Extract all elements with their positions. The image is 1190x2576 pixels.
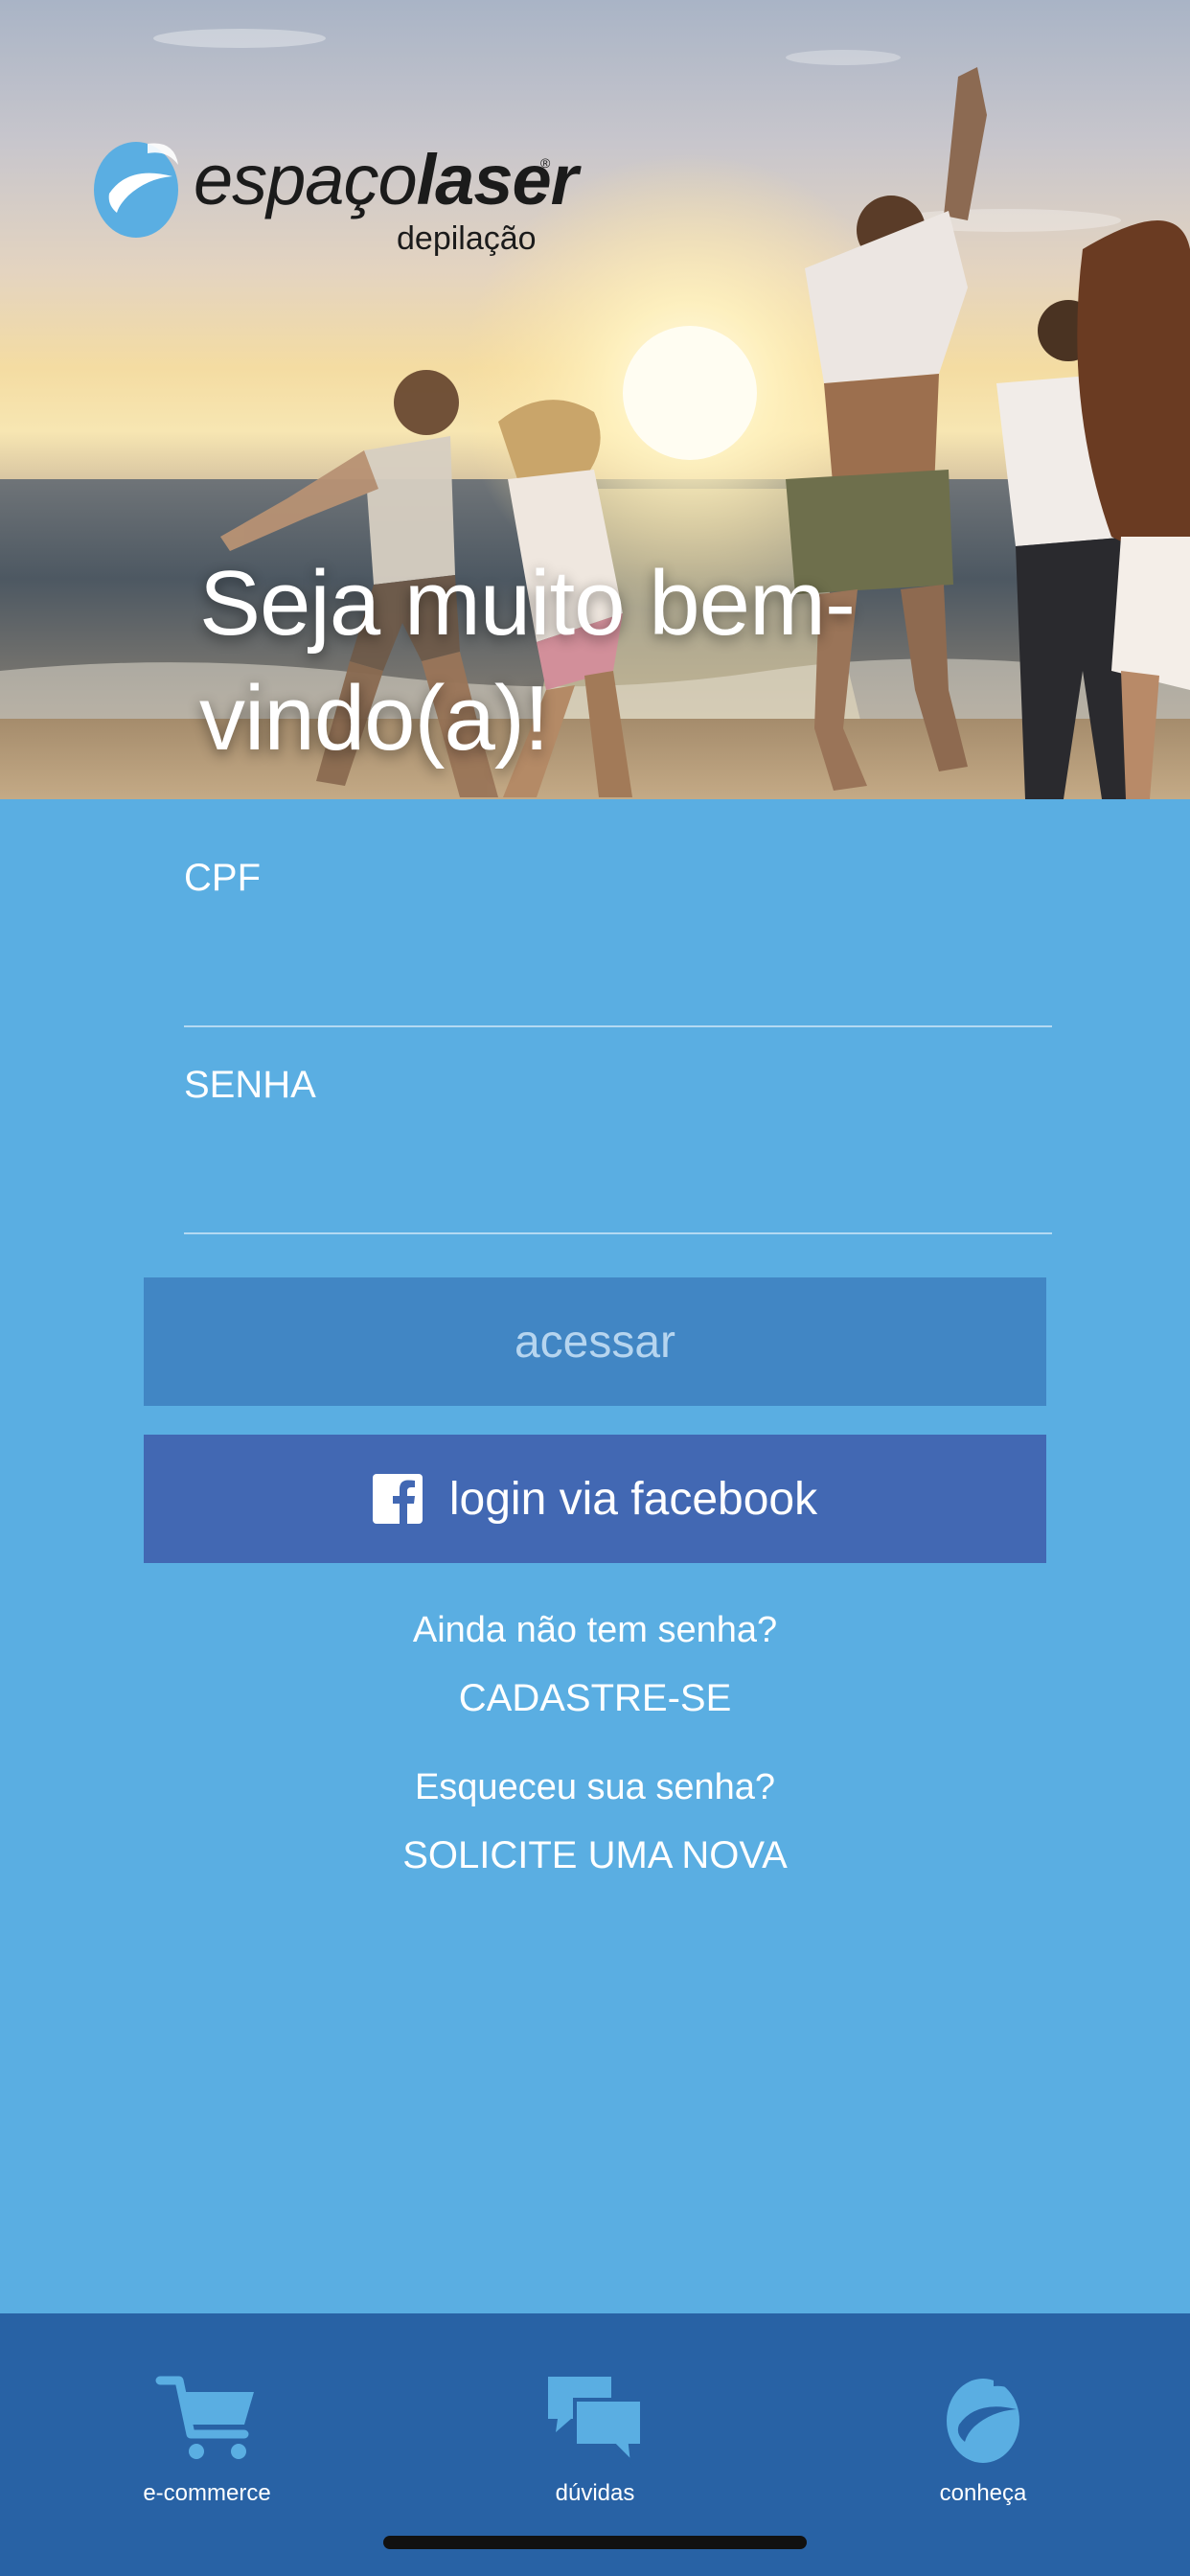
cart-icon (155, 2376, 254, 2459)
login-screen: espaçolaser ® depilação Seja muito bem-v… (0, 0, 1190, 2576)
password-label: SENHA (184, 1064, 316, 1106)
nav-label-duvidas: dúvidas (555, 2480, 635, 2506)
nav-item-conheca[interactable]: conheça (839, 2371, 1127, 2534)
brand-logo: espaçolaser ® depilação (90, 136, 588, 270)
welcome-heading: Seja muito bem-vindo(a)! (199, 552, 856, 770)
brand-logo-icon (947, 2378, 1022, 2463)
home-indicator (383, 2536, 807, 2549)
nav-label-conheca: conheça (939, 2480, 1027, 2506)
nav-item-duvidas[interactable]: dúvidas (451, 2371, 739, 2534)
register-link[interactable]: CADASTRE-SE (0, 1677, 1190, 1720)
register-prompt: Ainda não tem senha? (412, 1610, 778, 1650)
facebook-login-button[interactable]: login via facebook (144, 1435, 1046, 1563)
facebook-icon (372, 1474, 423, 1524)
access-button-label: acessar (514, 1316, 676, 1368)
access-button[interactable]: acessar (144, 1277, 1046, 1406)
hero-banner: espaçolaser ® depilação Seja muito bem-v… (0, 0, 1190, 799)
cpf-input[interactable] (184, 924, 1052, 1000)
nav-item-ecommerce[interactable]: e-commerce (63, 2371, 351, 2534)
facebook-button-label: login via facebook (448, 1473, 818, 1525)
password-underline (184, 1232, 1052, 1234)
forgot-password-prompt: Esqueceu sua senha? (414, 1767, 776, 1807)
password-input[interactable] (184, 1131, 1052, 1208)
brand-name-bold: laser (416, 140, 579, 219)
cpf-label: CPF (184, 857, 261, 899)
cpf-field[interactable]: CPF (184, 857, 1052, 1056)
brand-subtitle: depilação (397, 220, 537, 257)
cpf-underline (184, 1025, 1052, 1027)
password-field[interactable]: SENHA (184, 1064, 1052, 1263)
brand-wordmark: espaçolaser (194, 140, 579, 219)
request-new-password-link[interactable]: SOLICITE UMA NOVA (0, 1834, 1190, 1877)
chat-bubbles-icon (548, 2377, 644, 2467)
registered-mark: ® (540, 155, 551, 171)
nav-label-ecommerce: e-commerce (143, 2480, 271, 2506)
brand-logo-icon (94, 142, 178, 238)
brand-name-light: espaço (194, 140, 418, 219)
